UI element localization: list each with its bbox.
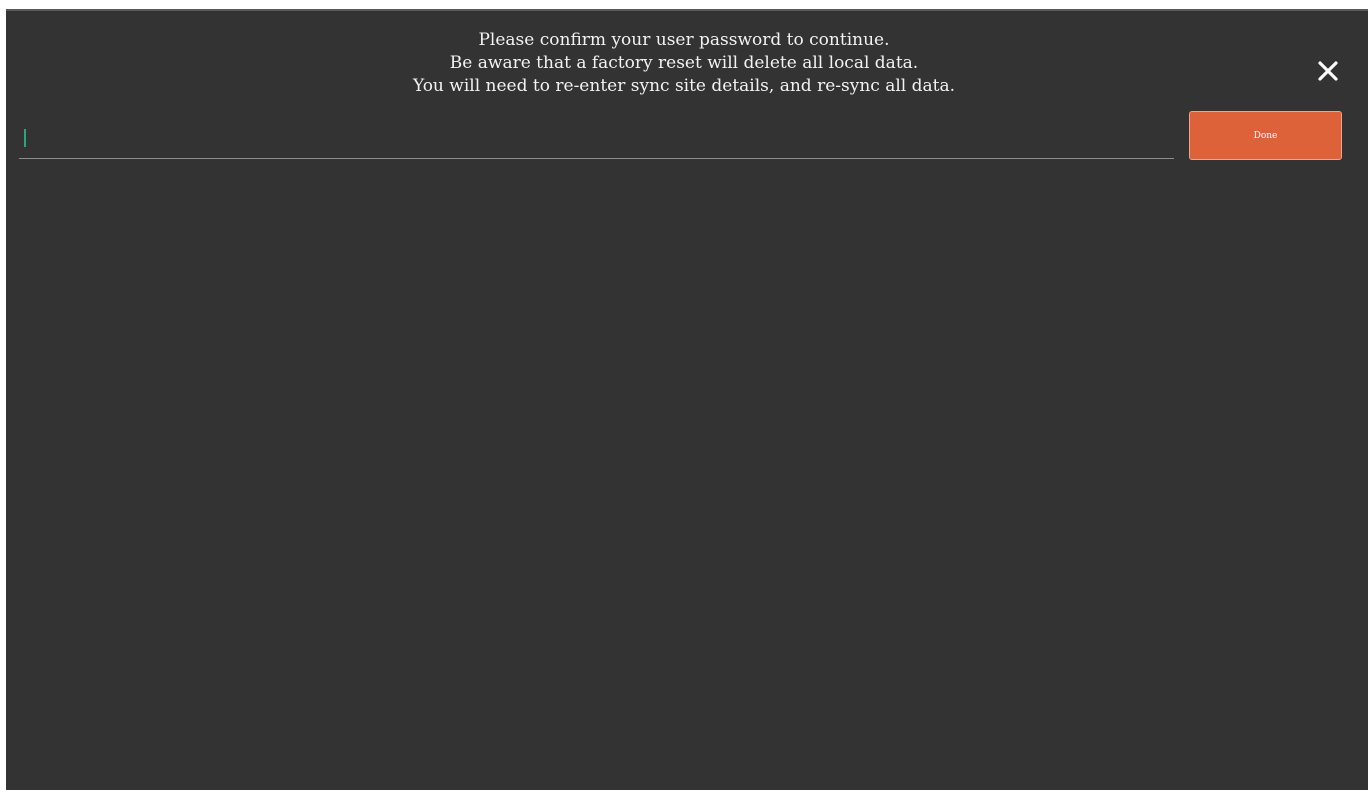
password-field[interactable] — [19, 119, 1174, 159]
close-button[interactable] — [1312, 55, 1344, 87]
password-input[interactable] — [25, 125, 1169, 155]
done-button[interactable]: Done — [1189, 111, 1342, 160]
message-line-2: Be aware that a factory reset will delet… — [449, 53, 919, 73]
message-line-3: You will need to re-enter sync site deta… — [412, 76, 956, 96]
close-icon — [1318, 61, 1338, 81]
message-line-1: Please confirm your user password to con… — [478, 30, 890, 50]
confirmation-message: Please confirm your user password to con… — [6, 29, 1362, 98]
factory-reset-dialog: Please confirm your user password to con… — [6, 9, 1368, 790]
